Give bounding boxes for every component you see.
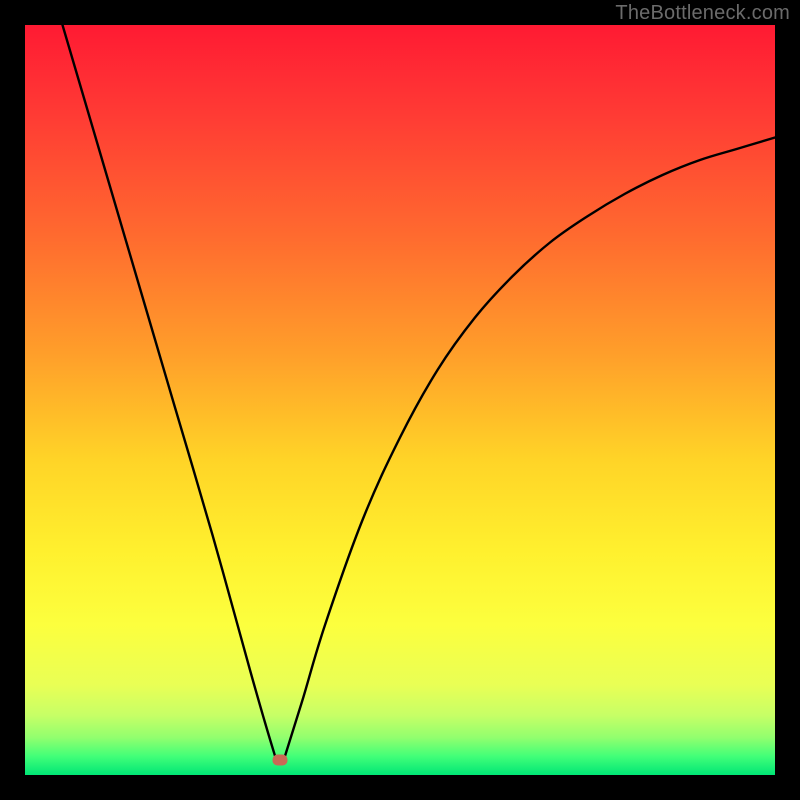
minimum-marker xyxy=(273,755,288,766)
plot-area xyxy=(25,25,775,775)
chart-frame: TheBottleneck.com xyxy=(0,0,800,800)
curve-right-branch xyxy=(284,138,775,761)
bottleneck-curve xyxy=(25,25,775,775)
watermark-text: TheBottleneck.com xyxy=(615,2,790,25)
curve-left-branch xyxy=(63,25,277,760)
